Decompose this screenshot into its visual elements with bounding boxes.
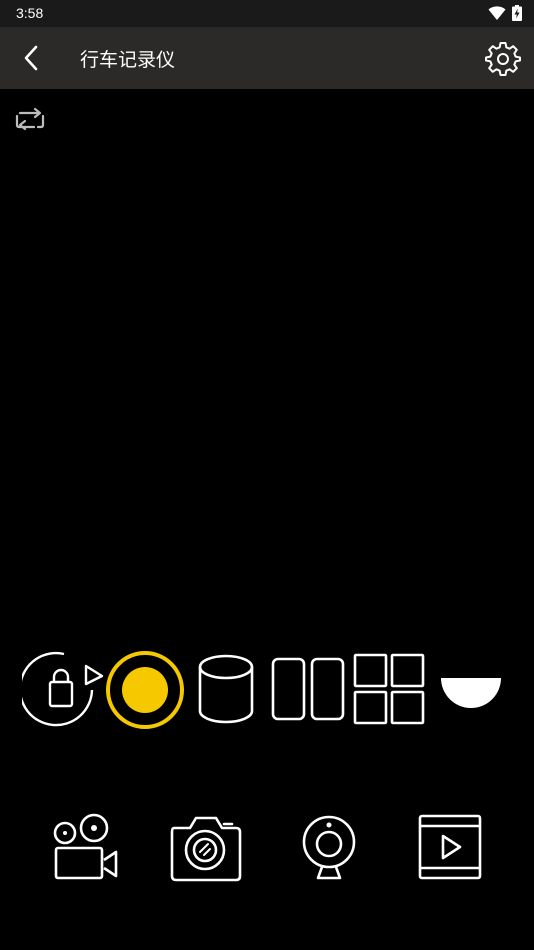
- wifi-icon: [488, 6, 506, 20]
- playback-button[interactable]: [416, 812, 484, 884]
- photo-button[interactable]: [168, 812, 244, 884]
- view-mode-row: [0, 648, 534, 734]
- rotate-view-icon: [15, 107, 45, 131]
- page-title: 行车记录仪: [80, 49, 176, 71]
- status-icons: [488, 5, 522, 21]
- mode-lock-rotate-button[interactable]: [18, 648, 106, 732]
- video-camera-icon: [53, 813, 118, 880]
- camera-preview[interactable]: [0, 89, 534, 639]
- playback-icon: [418, 814, 482, 880]
- mode-dual-split-button[interactable]: [270, 648, 346, 732]
- mode-quad-split-button[interactable]: [352, 648, 428, 732]
- mode-cylinder-button[interactable]: [196, 648, 256, 732]
- half-dome-icon: [441, 678, 501, 708]
- webcam-icon: [302, 815, 356, 880]
- app-toolbar: 行车记录仪: [0, 27, 534, 89]
- four-panel-icon: [353, 653, 425, 725]
- two-panel-icon: [271, 657, 345, 721]
- battery-charging-icon: [512, 5, 522, 21]
- status-bar: 3:58: [0, 0, 534, 27]
- mode-record-button[interactable]: [103, 648, 187, 732]
- back-button[interactable]: [14, 41, 48, 75]
- webcam-button[interactable]: [298, 812, 360, 884]
- function-row: [0, 812, 534, 884]
- chevron-left-icon: [24, 45, 38, 71]
- photo-camera-icon: [170, 816, 242, 882]
- cylinder-icon: [198, 654, 254, 724]
- gear-icon: [485, 42, 521, 76]
- video-button[interactable]: [48, 812, 122, 884]
- status-time: 3:58: [16, 5, 44, 21]
- record-icon: [106, 651, 184, 729]
- mode-dome-button[interactable]: [438, 648, 504, 732]
- settings-button[interactable]: [484, 39, 522, 77]
- lock-rotate-icon: [18, 651, 104, 727]
- rotate-view-button[interactable]: [14, 107, 46, 131]
